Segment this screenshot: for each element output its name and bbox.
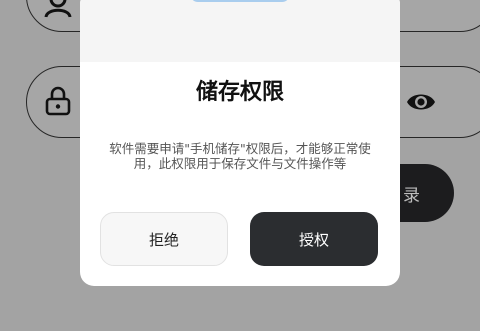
user-icon xyxy=(44,0,72,18)
storage-permission-dialog: 储存权限 软件需要申请"手机储存"权限后，才能够正常使用，此权限用于保存文件与文… xyxy=(80,0,400,286)
grant-button-label: 授权 xyxy=(298,230,329,249)
deny-button-label: 拒绝 xyxy=(148,230,179,249)
login-button-label: 录 xyxy=(403,185,420,206)
lock-icon xyxy=(45,86,71,116)
eye-icon xyxy=(407,94,435,110)
deny-button[interactable]: 拒绝 xyxy=(100,212,228,266)
grant-button[interactable]: 授权 xyxy=(250,212,378,266)
dialog-title: 储存权限 xyxy=(195,80,284,105)
dialog-header xyxy=(80,0,400,62)
dialog-message: 软件需要申请"手机储存"权限后，才能够正常使用，此权限用于保存文件与文件操作等 xyxy=(109,141,371,171)
dialog-illustration xyxy=(190,0,290,2)
